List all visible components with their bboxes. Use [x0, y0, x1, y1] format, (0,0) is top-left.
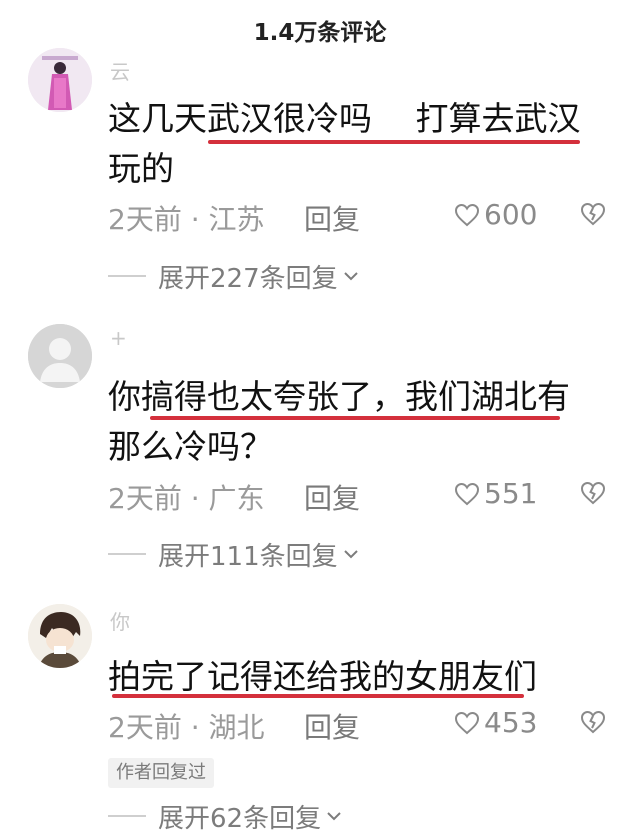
comment-text: 这几天武汉很冷吗 打算去武汉 玩的 — [108, 94, 608, 194]
divider-dash — [108, 553, 146, 555]
username[interactable]: 云 — [110, 56, 132, 85]
like-button[interactable]: 453 — [454, 706, 537, 739]
author-replied-badge: 作者回复过 — [108, 758, 214, 788]
comment-line: 你搞得也太夸张了，我们湖北有 — [108, 377, 570, 416]
comment-text: 你搞得也太夸张了，我们湖北有 那么冷吗？ — [108, 372, 608, 472]
time-location: 2天前 · 广东 — [108, 482, 265, 515]
comment-line: 那么冷吗？ — [108, 427, 273, 466]
broken-heart-icon — [580, 481, 606, 505]
like-count: 453 — [484, 706, 538, 739]
reply-button[interactable]: 回复 — [304, 198, 360, 238]
broken-heart-icon — [580, 202, 606, 226]
chevron-down-icon — [343, 272, 358, 281]
reply-button[interactable]: 回复 — [304, 477, 360, 517]
comment-line: 玩的 — [108, 149, 174, 188]
dislike-button[interactable] — [580, 200, 606, 233]
dislike-button[interactable] — [580, 479, 606, 512]
broken-heart-icon — [580, 710, 606, 734]
username[interactable]: 你 — [110, 606, 132, 635]
comment-meta: 2天前 · 广东 回复 551 — [108, 477, 618, 517]
heart-outline-icon — [454, 203, 480, 226]
reply-button[interactable]: 回复 — [304, 706, 360, 746]
heart-outline-icon — [454, 711, 480, 734]
like-button[interactable]: 600 — [454, 198, 537, 231]
comment-line: 这几天武汉很冷吗 打算去武汉 — [108, 99, 581, 138]
red-underline — [112, 694, 524, 698]
expand-replies-button[interactable]: 展开111条回复 — [108, 534, 360, 574]
heart-outline-icon — [454, 482, 480, 505]
chevron-down-icon — [327, 812, 341, 821]
red-underline — [208, 140, 580, 144]
like-count: 600 — [484, 198, 538, 231]
like-count: 551 — [484, 477, 538, 510]
comment-count-title: 1.4万条评论 — [253, 20, 387, 46]
comment-meta: 2天前 · 江苏 回复 600 — [108, 198, 618, 238]
divider-dash — [108, 815, 146, 817]
expand-replies-label: 展开62条回复 — [158, 803, 322, 834]
divider-dash — [108, 275, 146, 277]
avatar[interactable] — [28, 324, 92, 388]
time-location: 2天前 · 湖北 — [108, 711, 265, 744]
red-underline — [150, 416, 560, 420]
comment-meta: 2天前 · 湖北 回复 453 — [108, 706, 618, 746]
comments-header: 1.4万条评论 — [0, 0, 640, 60]
like-button[interactable]: 551 — [454, 477, 537, 510]
time-location: 2天前 · 江苏 — [108, 203, 265, 236]
chevron-down-icon — [343, 550, 358, 559]
expand-replies-button[interactable]: 展开227条回复 — [108, 256, 360, 296]
avatar[interactable] — [28, 604, 92, 668]
expand-replies-label: 展开227条回复 — [158, 263, 338, 294]
expand-replies-label: 展开111条回复 — [158, 541, 338, 572]
username[interactable]: + — [110, 326, 129, 350]
dislike-button[interactable] — [580, 708, 606, 741]
expand-replies-button[interactable]: 展开62条回复 — [108, 796, 343, 836]
avatar[interactable] — [28, 48, 92, 112]
